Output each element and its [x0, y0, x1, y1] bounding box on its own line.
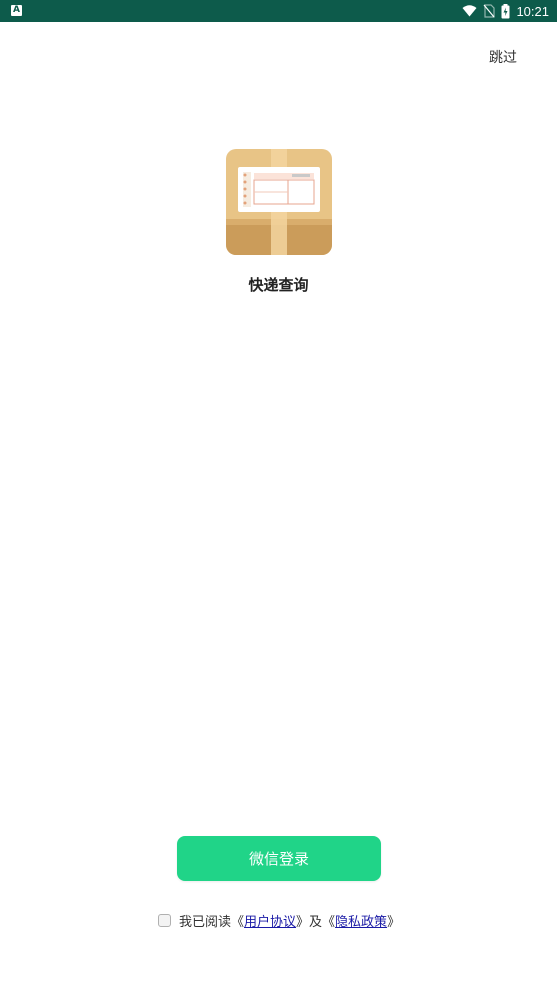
privacy-policy-link[interactable]: 隐私政策	[335, 911, 387, 930]
no-sim-icon	[483, 4, 496, 18]
battery-charging-icon	[501, 3, 510, 18]
status-right-group: 10:21	[462, 0, 549, 22]
wechat-login-button[interactable]: 微信登录	[177, 836, 381, 881]
status-bar: A 10:21	[0, 0, 557, 22]
wifi-icon	[462, 5, 477, 17]
agreement-checkbox[interactable]	[158, 913, 171, 927]
skip-button[interactable]: 跳过	[489, 47, 517, 67]
accessibility-notification-icon: A	[11, 5, 22, 16]
user-agreement-link[interactable]: 用户协议	[244, 911, 296, 930]
agreement-prefix: 我已阅读《	[179, 914, 245, 930]
agreement-middle: 》及《	[296, 914, 336, 930]
app-name: 快递查询	[248, 276, 309, 294]
status-time: 10:21	[516, 3, 549, 19]
package-box-icon	[226, 149, 332, 255]
agreement-suffix: 》	[387, 914, 401, 930]
app-logo	[226, 149, 332, 255]
agreement-row: 我已阅读《 用户协议 》及《 隐私政策》	[158, 911, 401, 930]
